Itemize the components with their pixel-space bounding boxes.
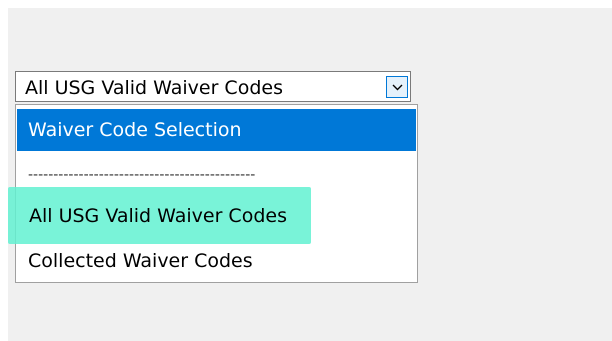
dropdown-toggle-button[interactable] xyxy=(386,76,408,98)
option-collected-waiver-codes[interactable]: Collected Waiver Codes xyxy=(17,240,416,282)
option-all-usg-valid-waiver-codes-label[interactable]: All USG Valid Waiver Codes xyxy=(29,205,287,227)
waiver-code-combobox[interactable]: All USG Valid Waiver Codes xyxy=(15,71,411,102)
chevron-down-icon xyxy=(392,84,403,91)
option-waiver-code-selection[interactable]: Waiver Code Selection xyxy=(17,109,416,151)
combobox-value: All USG Valid Waiver Codes xyxy=(25,77,283,99)
